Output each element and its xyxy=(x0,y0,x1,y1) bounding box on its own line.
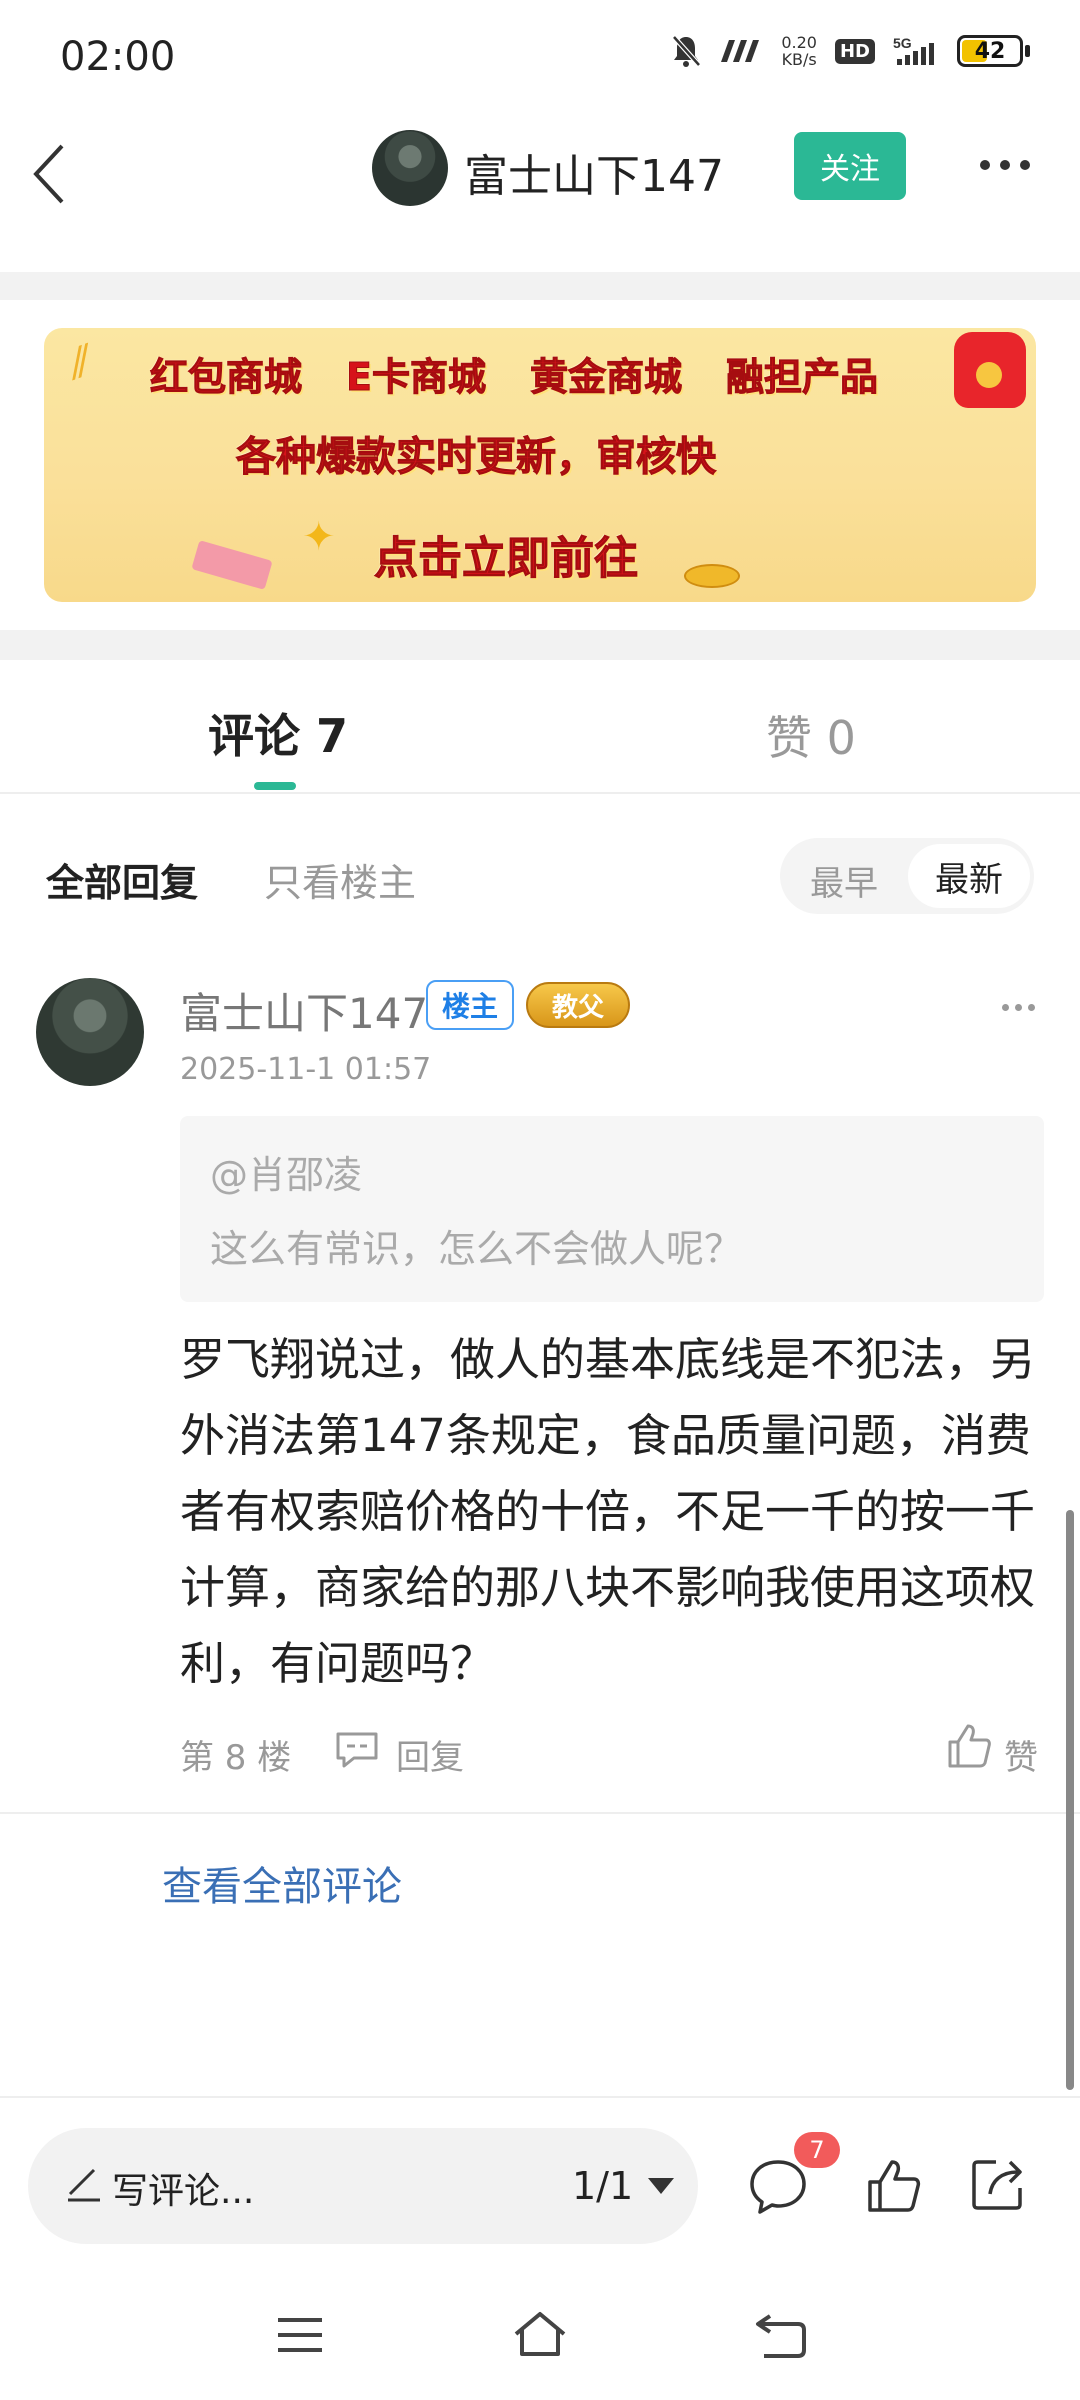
comment-body: 罗飞翔说过，做人的基本底线是不犯法，另外消法第147条规定，食品质量问题，消费者… xyxy=(180,1333,1036,1690)
network-speed: 0.20 KB/s xyxy=(781,33,817,69)
promo-banner[interactable]: ⁄⁄ 红包商城 E卡商城 黄金商城 融担产品 各种爆款实时更新，审核快 ✦ 点击… xyxy=(44,328,1036,602)
scrollbar[interactable] xyxy=(1066,1510,1074,2090)
banner-item: 红包商城 xyxy=(149,355,303,400)
signal-bars-icon xyxy=(721,40,760,62)
mute-bell-icon xyxy=(672,35,702,67)
tab-divider xyxy=(0,792,1080,794)
quoted-text: 这么有常识，怎么不会做人呢？ xyxy=(210,1227,743,1271)
like-button-label[interactable]: 赞 xyxy=(1004,1730,1038,1779)
active-tab-indicator xyxy=(254,782,296,790)
filter-all-replies[interactable]: 全部回复 xyxy=(46,852,198,907)
banner-tagline: 各种爆款实时更新，审核快 xyxy=(236,434,717,481)
pencil-icon xyxy=(68,2168,100,2202)
tab-likes[interactable]: 赞 0 xyxy=(766,702,856,768)
quoted-reply[interactable]: @肖邵凌 这么有常识，怎么不会做人呢？ xyxy=(180,1116,1044,1302)
floor-number: 第 8 楼 xyxy=(180,1738,292,1778)
filter-op-only[interactable]: 只看楼主 xyxy=(264,852,416,907)
sort-earliest-button[interactable]: 最早 xyxy=(810,856,878,905)
thumbs-up-icon[interactable] xyxy=(946,1722,992,1770)
toolbar-divider xyxy=(0,2096,1080,2098)
banner-item: E卡商城 xyxy=(346,355,487,400)
comment-author-name[interactable]: 富士山下147 xyxy=(180,980,428,1041)
5g-signal-icon: 5G xyxy=(893,35,934,65)
quoted-user: @肖邵凌 xyxy=(210,1153,363,1197)
back-arrow-icon[interactable] xyxy=(24,134,84,214)
write-comment-input[interactable]: 写评论... 1/1 xyxy=(28,2128,698,2244)
banner-item-row: 红包商城 E卡商城 黄金商城 融担产品 xyxy=(149,346,879,401)
reply-button[interactable]: 回复 xyxy=(396,1730,464,1779)
reply-icon[interactable] xyxy=(334,1730,380,1770)
author-avatar[interactable] xyxy=(372,130,448,206)
chevron-down-icon[interactable] xyxy=(648,2178,674,2194)
op-badge: 楼主 xyxy=(426,980,514,1030)
hd-icon: HD xyxy=(834,38,875,64)
comment-avatar[interactable] xyxy=(36,978,144,1086)
follow-button[interactable]: 关注 xyxy=(794,132,906,200)
write-comment-placeholder: 写评论... xyxy=(112,2171,255,2212)
status-bar: 02:00 0.20 KB/s HD 5G 42 xyxy=(0,0,1080,110)
share-icon[interactable] xyxy=(966,2152,1030,2216)
ticket-icon xyxy=(191,540,273,590)
more-options-icon[interactable] xyxy=(980,160,1030,170)
red-envelope-icon xyxy=(954,332,1026,408)
star-sparkle-icon: ✦ xyxy=(302,514,336,560)
view-all-comments-link[interactable]: 查看全部评论 xyxy=(162,1854,402,1912)
svg-text:5G: 5G xyxy=(893,35,912,51)
status-icons: 0.20 KB/s HD 5G 42 xyxy=(671,34,1030,68)
sort-latest-button[interactable]: 最新 xyxy=(908,844,1030,908)
status-time: 02:00 xyxy=(60,34,176,80)
comment-divider xyxy=(0,1812,1080,1814)
post-header: 富士山下147 关注 xyxy=(0,110,1080,270)
tab-comments[interactable]: 评论 7 xyxy=(208,700,348,766)
battery-icon: 42 xyxy=(957,35,1030,67)
sort-toggle: 最早 最新 xyxy=(780,838,1034,914)
banner-item: 融担产品 xyxy=(725,355,879,400)
gold-coin-icon xyxy=(684,564,740,588)
rank-badge: 教父 xyxy=(526,982,630,1028)
back-nav-icon[interactable] xyxy=(750,2308,810,2362)
comment-count-badge: 7 xyxy=(794,2132,840,2168)
page-indicator[interactable]: 1/1 xyxy=(572,2164,633,2208)
home-icon[interactable] xyxy=(510,2308,570,2362)
menu-icon[interactable] xyxy=(270,2308,330,2362)
thumbs-up-toolbar-icon[interactable] xyxy=(862,2154,926,2218)
comment-timestamp: 2025-11-1 01:57 xyxy=(180,1052,432,1087)
header-author-name[interactable]: 富士山下147 xyxy=(464,140,724,204)
section-divider xyxy=(0,272,1080,300)
banner-item: 黄金商城 xyxy=(529,355,682,400)
section-divider xyxy=(0,630,1080,660)
sparkle-rays-icon: ⁄⁄ xyxy=(66,339,95,387)
banner-cta: 点击立即前往 xyxy=(374,533,639,585)
comment-more-icon[interactable] xyxy=(1002,1004,1035,1011)
